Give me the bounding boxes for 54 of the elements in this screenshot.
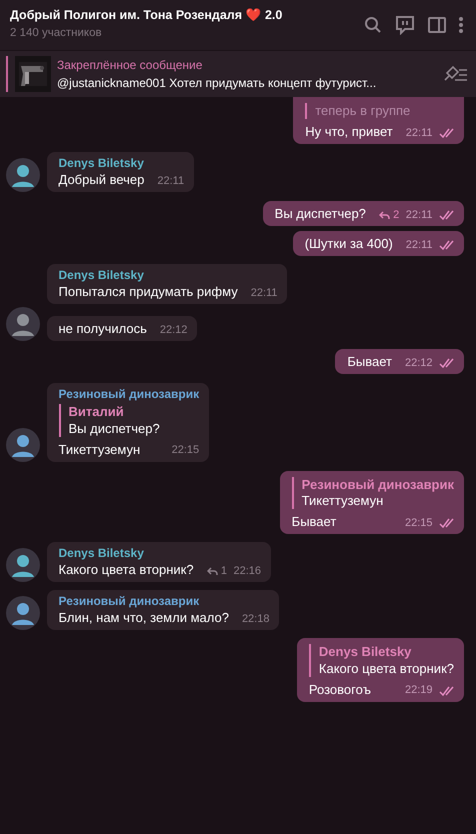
message-text: (Шутки за 400) (304, 236, 393, 252)
reply-icon (206, 566, 218, 576)
quote-author: Denys Biletsky (318, 644, 412, 660)
quote-author: Виталий (68, 404, 125, 420)
message-time: 22:16 (233, 564, 261, 578)
author-name: Denys Biletsky (58, 156, 145, 172)
message-text: Какого цвета вторник? (58, 562, 194, 578)
message-text: Вы диспетчер? (274, 206, 366, 222)
message-time: 22:19 (404, 684, 432, 698)
message-time: 22:11 (406, 126, 432, 140)
message-time: 22:11 (406, 238, 432, 252)
message-text: Бывает (292, 514, 336, 530)
reply-count: 2 (393, 208, 400, 222)
message-time: 22:11 (406, 208, 432, 222)
message-text: не получилось (58, 321, 147, 338)
reply-count: 1 (220, 564, 227, 578)
quote-text: Вы диспетчер? (68, 420, 161, 437)
search-icon[interactable] (364, 16, 382, 34)
pinned-text[interactable]: @justanickname001 Хотел придумать концепт футурист... (57, 74, 436, 92)
pin-list-icon[interactable] (442, 65, 468, 83)
message-text: Тикеттуземун (58, 442, 140, 458)
message-text: Блин, нам что, земли мало? (58, 610, 229, 626)
more-icon[interactable] (458, 16, 463, 34)
quote-text: Какого цвета вторник? (318, 660, 454, 677)
avatar[interactable] (6, 548, 40, 582)
member-count: 2 140 участников (10, 26, 103, 41)
message-time: 22:15 (172, 444, 200, 458)
message-time: 22:12 (404, 356, 432, 370)
avatar[interactable] (6, 158, 40, 192)
avatar[interactable] (6, 428, 40, 462)
sidebar-icon[interactable] (428, 16, 446, 34)
quote-author: Резиновый динозаврик (302, 476, 454, 493)
message-time: 22:15 (404, 516, 432, 530)
message-text: Розовогоъ (308, 682, 371, 698)
message-text: Ну что, привет (305, 124, 393, 140)
author-name: Резиновый динозаврик (58, 387, 200, 402)
quote-text: Тикеттуземун (302, 493, 384, 510)
comment-icon[interactable] (394, 15, 415, 35)
pinned-label: Закреплённое сообщение (57, 57, 204, 74)
message-text: Попытался придумать рифму (58, 284, 238, 300)
message-text: Добрый вечер (58, 172, 144, 188)
message-time: 22:18 (242, 612, 270, 626)
author-name: Резиновый динозаврик (58, 594, 200, 610)
message-time: 22:12 (160, 324, 188, 338)
author-name: Denys Biletsky (58, 268, 145, 284)
message-time: 22:11 (250, 286, 278, 300)
avatar[interactable] (6, 307, 40, 342)
message-text: Бывает (347, 354, 392, 370)
chat-title: Добрый Полигон им. Тона Розендаля ❤ 2.0 (10, 8, 282, 22)
reply-icon (378, 210, 390, 220)
author-name: Denys Biletsky (58, 546, 145, 562)
avatar[interactable] (6, 596, 40, 630)
message-time: 22:11 (157, 174, 184, 188)
quote-text: теперь в группе (315, 103, 412, 120)
